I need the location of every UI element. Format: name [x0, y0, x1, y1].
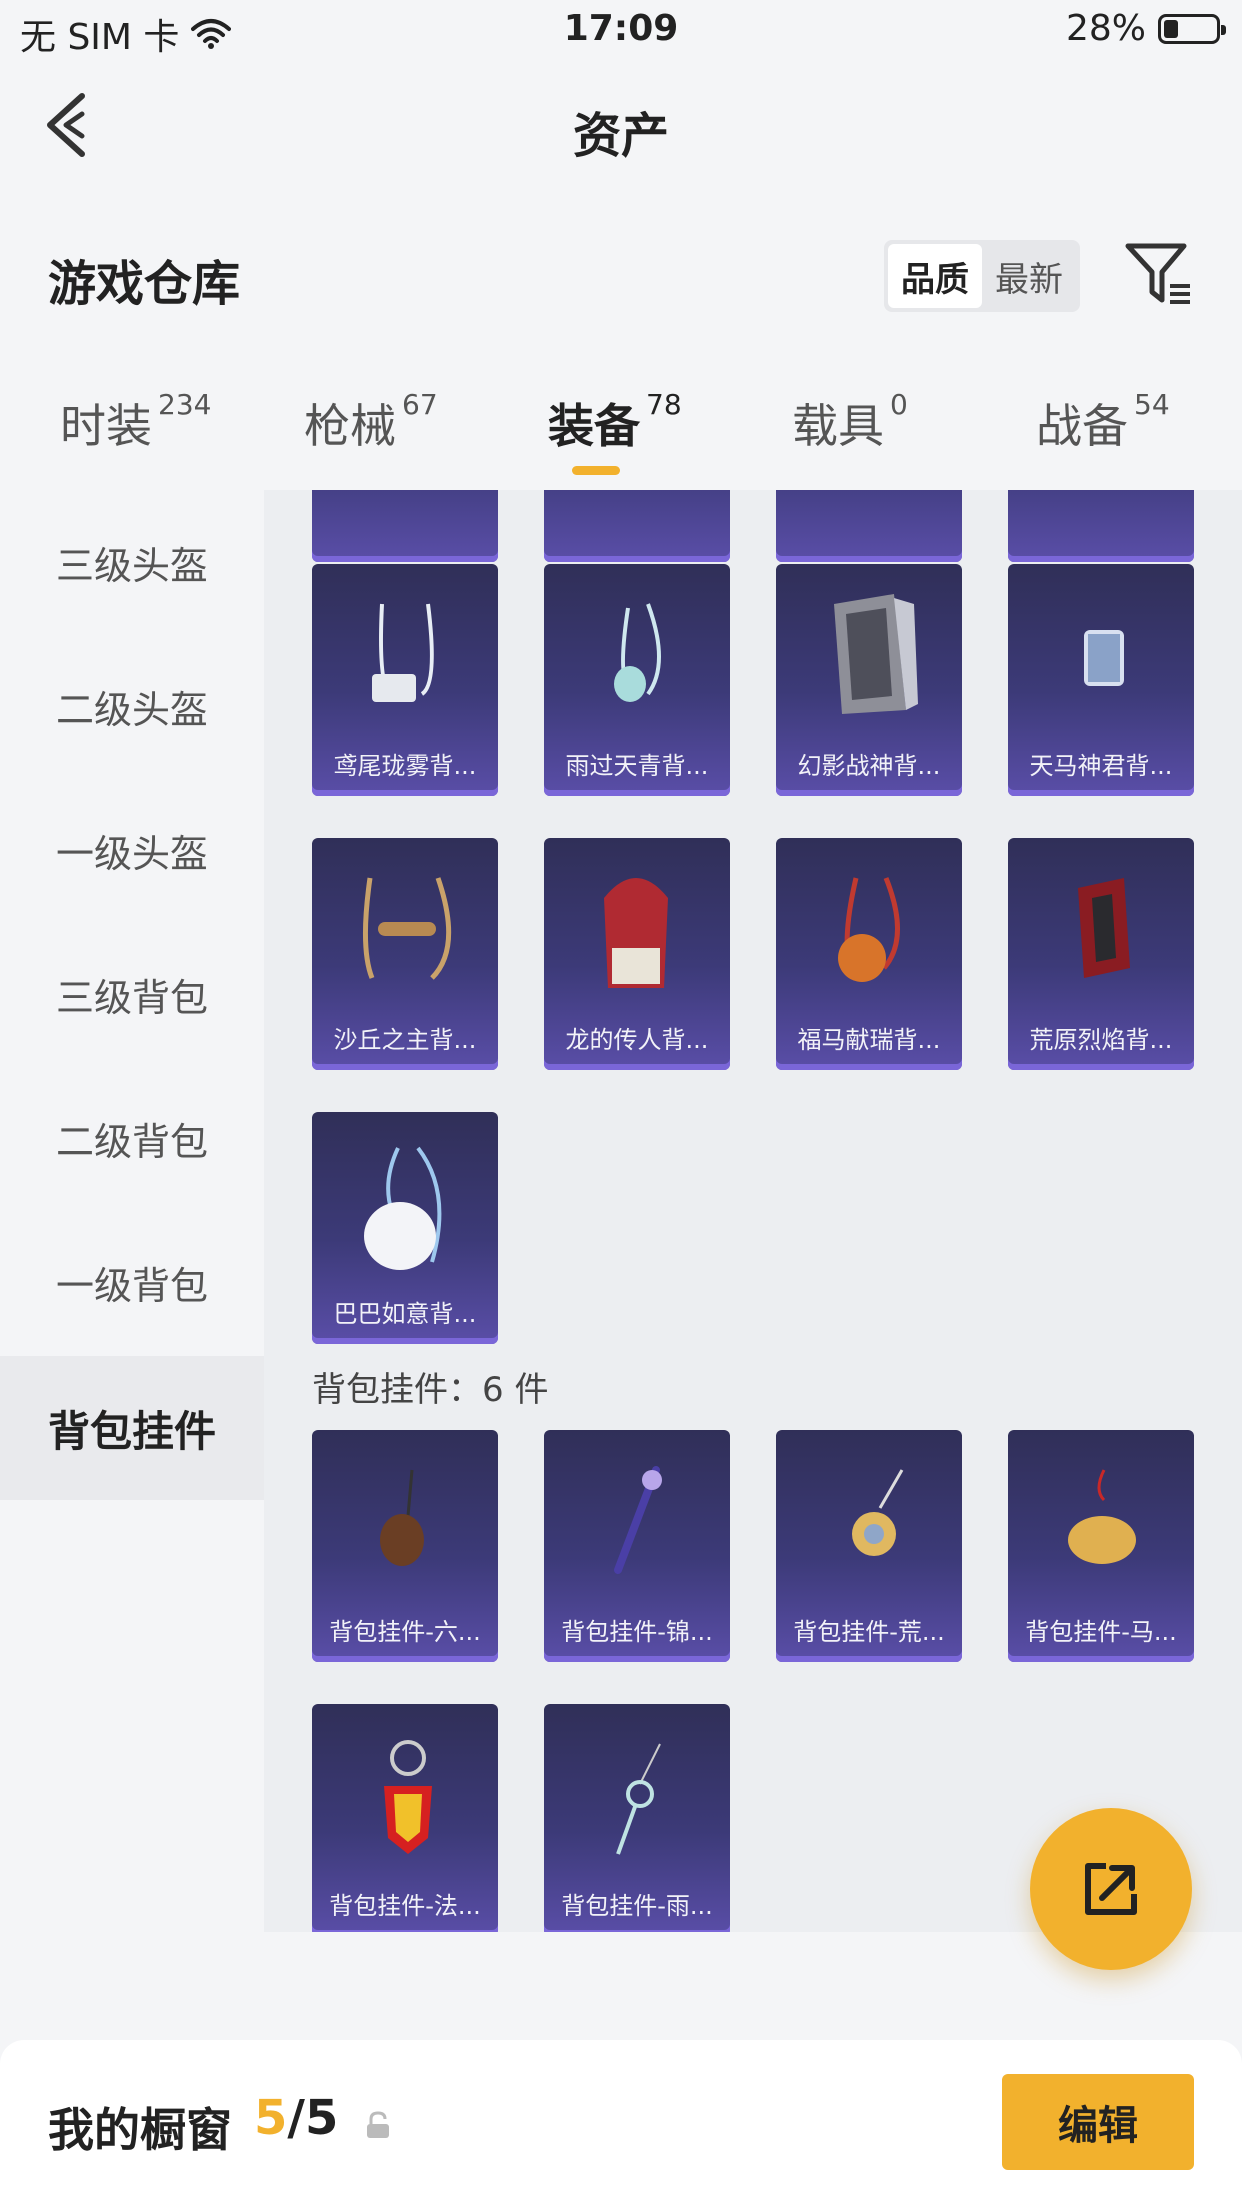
backpack-icon [372, 603, 434, 702]
item-card[interactable] [776, 490, 962, 562]
filter-icon[interactable] [1124, 240, 1194, 308]
share-button[interactable] [1030, 1808, 1192, 1970]
showcase-bar: 我的橱窗 5/5 编辑 [0, 2040, 1242, 2208]
backpack-icon [364, 1146, 442, 1270]
item-card[interactable]: 天马神君背... [1008, 564, 1194, 796]
item-card[interactable]: 背包挂件-雨... [544, 1704, 730, 1932]
sort-quality-button[interactable]: 品质 [888, 244, 982, 308]
share-external-icon [1085, 1863, 1137, 1915]
item-card[interactable]: 沙丘之主背... [312, 838, 498, 1070]
backpack-icon [362, 877, 452, 980]
pendant-icon [616, 1743, 661, 1855]
sidebar-item-level1-backpack[interactable]: 一级背包 [0, 1210, 264, 1354]
tab-vehicles[interactable]: 载具 0 [792, 388, 908, 456]
item-name: 鸢尾珑雾背... [333, 752, 477, 780]
tab-count: 0 [890, 388, 908, 421]
sidebar-item-level2-helmet[interactable]: 二级头盔 [0, 634, 264, 778]
tab-count: 78 [646, 388, 682, 421]
item-card[interactable]: 背包挂件-锦... [544, 1430, 730, 1662]
tab-label: 载具 [792, 399, 884, 453]
item-name: 背包挂件-荒... [793, 1618, 945, 1646]
item-card[interactable] [312, 490, 498, 562]
item-card[interactable]: 龙的传人背... [544, 838, 730, 1070]
sidebar-item-level3-helmet[interactable]: 三级头盔 [0, 490, 264, 634]
backpack-icon [604, 878, 668, 988]
item-card[interactable]: 荒原烈焰背... [1008, 838, 1194, 1070]
tab-weapons[interactable]: 枪械 67 [304, 388, 438, 456]
pendant-icon [614, 1466, 662, 1574]
showcase-used: 5 [254, 2090, 288, 2146]
tab-label: 装备 [548, 399, 640, 453]
tab-count: 54 [1134, 388, 1170, 421]
item-card[interactable]: 雨过天青背... [544, 564, 730, 796]
edit-button[interactable]: 编辑 [1002, 2074, 1194, 2170]
item-name: 荒原烈焰背... [1029, 1026, 1173, 1054]
tab-label: 战备 [1036, 399, 1128, 453]
item-name: 天马神君背... [1029, 752, 1173, 780]
item-name: 背包挂件-六... [329, 1618, 481, 1646]
item-grid: 鸢尾珑雾背... 雨过天青背... 幻影战神背... 天马神君背... 沙丘之主… [264, 490, 1242, 1932]
item-name: 背包挂件-锦... [561, 1618, 713, 1646]
tab-count: 67 [402, 388, 438, 421]
page-title: 资产 [572, 108, 669, 164]
sort-latest-button[interactable]: 最新 [982, 244, 1076, 308]
showcase-count: 5/5 [254, 2090, 338, 2146]
pendant-icon [380, 1469, 424, 1566]
showcase-total: /5 [287, 2090, 339, 2146]
item-card[interactable] [1008, 490, 1194, 562]
backpack-icon [834, 594, 918, 714]
backpack-icon [1084, 630, 1124, 686]
item-name: 龙的传人背... [565, 1026, 709, 1054]
backpack-icon [614, 603, 661, 702]
item-card[interactable]: 福马献瑞背... [776, 838, 962, 1070]
clock: 17:09 [563, 8, 679, 49]
showcase-title: 我的橱窗 [48, 2103, 232, 2157]
tab-fashion[interactable]: 时装 234 [60, 388, 212, 456]
sidebar-item-level1-helmet[interactable]: 一级头盔 [0, 778, 264, 922]
status-bar: 无 SIM 卡 17:09 28% [0, 0, 1242, 64]
item-card[interactable]: 背包挂件-马... [1008, 1430, 1194, 1662]
backpack-icon [1078, 878, 1130, 978]
item-card[interactable]: 背包挂件-荒... [776, 1430, 962, 1662]
backpack-icon [838, 877, 900, 982]
tab-gear[interactable]: 战备 54 [1036, 388, 1170, 456]
item-card[interactable]: 背包挂件-六... [312, 1430, 498, 1662]
pendant-section-header: 背包挂件：6 件 [312, 1370, 549, 1410]
item-card[interactable]: 背包挂件-法... [312, 1704, 498, 1932]
pendant-icon [852, 1469, 904, 1556]
item-name: 沙丘之主背... [333, 1026, 477, 1054]
item-card[interactable]: 鸢尾珑雾背... [312, 564, 498, 796]
sidebar-item-level2-backpack[interactable]: 二级背包 [0, 1066, 264, 1210]
item-card[interactable]: 幻影战神背... [776, 564, 962, 796]
section-title: 游戏仓库 [48, 256, 241, 312]
item-name: 背包挂件-法... [329, 1892, 481, 1920]
sidebar-item-level3-backpack[interactable]: 三级背包 [0, 922, 264, 1066]
item-name: 巴巴如意背... [333, 1300, 477, 1328]
item-card[interactable]: 巴巴如意背... [312, 1112, 498, 1344]
active-tab-indicator [572, 466, 620, 475]
item-name: 雨过天青背... [565, 752, 709, 780]
sort-toggle: 品质 最新 [884, 240, 1080, 312]
item-name: 背包挂件-雨... [561, 1892, 713, 1920]
item-card[interactable] [544, 490, 730, 562]
item-name: 背包挂件-马... [1025, 1618, 1177, 1646]
tab-count: 234 [158, 388, 212, 421]
tab-equipment[interactable]: 装备 78 [548, 388, 682, 456]
pendant-icon [1068, 1469, 1136, 1564]
category-tabs: 时装 234 枪械 67 装备 78 载具 0 战备 54 [0, 388, 1242, 490]
battery-status: 28% [1065, 8, 1226, 49]
battery-icon [1158, 13, 1226, 44]
item-name: 幻影战神背... [797, 752, 941, 780]
pendant-icon [384, 1740, 432, 1854]
sidebar-item-backpack-pendant[interactable]: 背包挂件 [0, 1356, 264, 1500]
battery-percent: 28% [1065, 8, 1146, 49]
tab-label: 枪械 [304, 399, 396, 453]
item-name: 福马献瑞背... [797, 1026, 941, 1054]
lock-icon [367, 2111, 389, 2138]
tab-label: 时装 [60, 399, 152, 453]
sidebar: 三级头盔 二级头盔 一级头盔 三级背包 二级背包 一级背包 背包挂件 [0, 490, 264, 1500]
